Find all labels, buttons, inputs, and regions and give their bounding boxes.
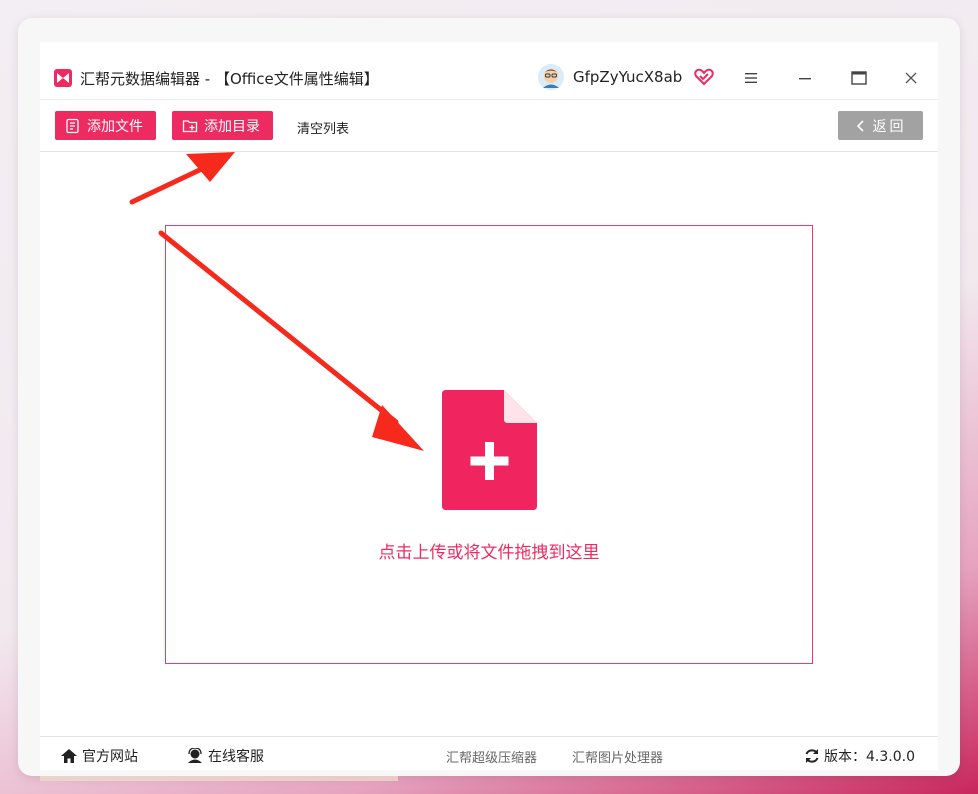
- app-content: 汇帮元数据编辑器 - 【Office文件属性编辑】 GfpZyYucX8ab 添…: [40, 42, 938, 770]
- back-label: 返回: [872, 118, 907, 135]
- clear-list-button[interactable]: 清空列表: [297, 118, 349, 137]
- toolbar: 添加文件 添加目录 清空列表 返回: [40, 100, 938, 152]
- app-logo-icon: [54, 69, 72, 87]
- close-icon[interactable]: [900, 68, 922, 88]
- menu-icon[interactable]: [740, 68, 762, 88]
- version-info[interactable]: 版本：4.3.0.0: [804, 746, 915, 766]
- minimize-icon[interactable]: [794, 68, 816, 88]
- refresh-icon: [805, 749, 819, 763]
- add-folder-icon: [182, 119, 198, 132]
- drop-hint-text: 点击上传或将文件拖拽到这里: [378, 543, 600, 563]
- compressor-link[interactable]: 汇帮超级压缩器: [446, 747, 537, 766]
- window-title: 汇帮元数据编辑器 - 【Office文件属性编辑】: [80, 70, 379, 88]
- add-directory-button[interactable]: 添加目录: [172, 111, 273, 140]
- home-icon: [61, 749, 77, 763]
- add-file-label: 添加文件: [87, 118, 143, 135]
- online-support-link[interactable]: 在线客服: [186, 746, 264, 766]
- username[interactable]: GfpZyYucX8ab: [573, 68, 682, 86]
- official-site-label: 官方网站: [82, 749, 138, 765]
- maximize-icon[interactable]: [848, 68, 870, 88]
- annotation-arrow-toolbar: [129, 152, 235, 205]
- official-site-link[interactable]: 官方网站: [60, 746, 138, 766]
- avatar[interactable]: [538, 64, 564, 90]
- add-file-icon: [66, 118, 79, 133]
- app-window: 汇帮元数据编辑器 - 【Office文件属性编辑】 GfpZyYucX8ab 添…: [18, 18, 960, 776]
- version-label: 版本：4.3.0.0: [824, 749, 915, 765]
- add-directory-label: 添加目录: [204, 118, 260, 135]
- online-support-label: 在线客服: [208, 749, 264, 765]
- window-shadow-accent: [40, 776, 398, 781]
- title-bar: 汇帮元数据编辑器 - 【Office文件属性编辑】 GfpZyYucX8ab: [40, 42, 938, 100]
- status-footer: 官方网站 在线客服 汇帮超级压缩器 汇帮图片处理器 版本：4.3.0.0: [40, 736, 938, 770]
- back-button[interactable]: 返回: [838, 111, 923, 140]
- image-processor-link[interactable]: 汇帮图片处理器: [572, 747, 663, 766]
- file-plus-icon: [442, 390, 537, 510]
- add-file-button[interactable]: 添加文件: [55, 111, 156, 140]
- file-drop-zone[interactable]: 点击上传或将文件拖拽到这里: [165, 225, 813, 664]
- vip-heart-icon[interactable]: [694, 68, 714, 86]
- support-headset-icon: [188, 748, 202, 763]
- chevron-left-icon: [856, 119, 864, 132]
